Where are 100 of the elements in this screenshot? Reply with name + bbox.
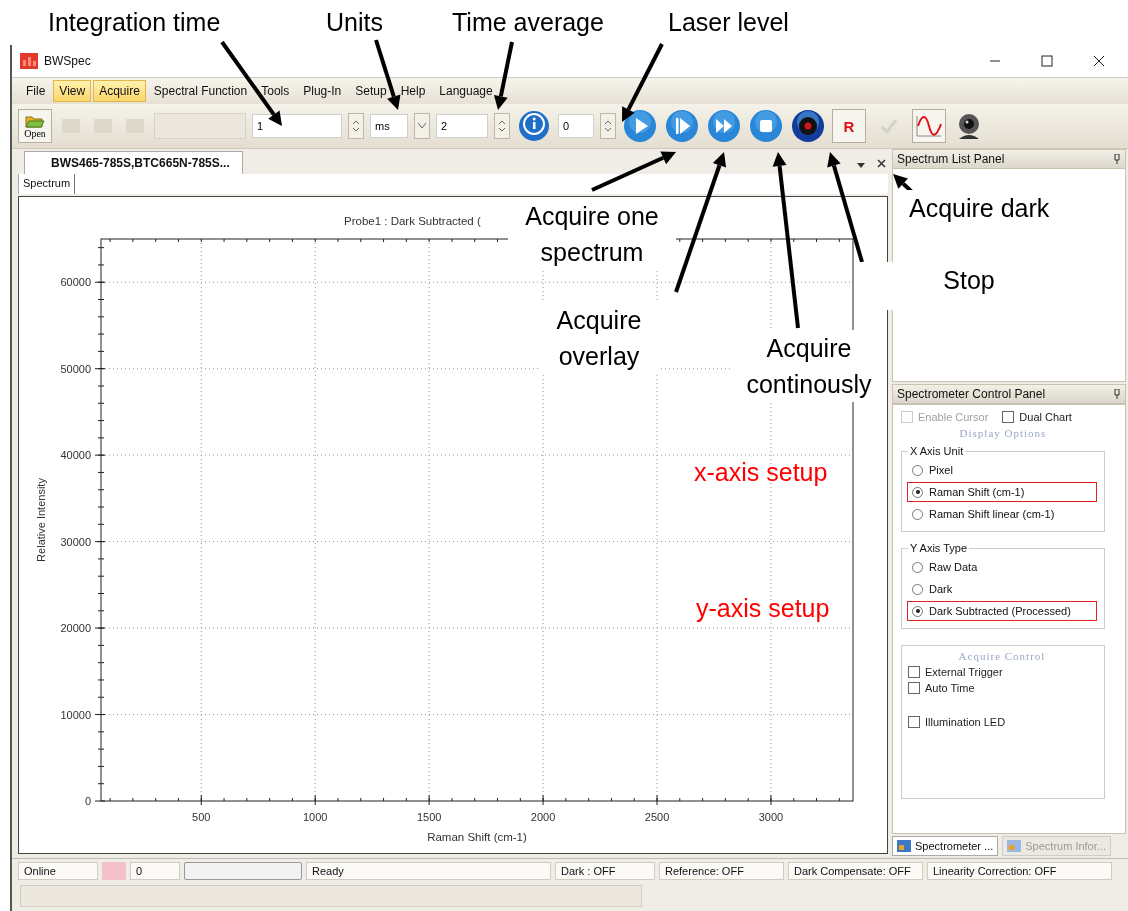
radio-option[interactable]: Raw Data: [908, 558, 1096, 576]
callout-label: Units: [325, 7, 384, 38]
x-tick-label: 500: [192, 811, 211, 823]
menu-item[interactable]: Setup: [349, 80, 393, 102]
section-heading: Acquire Control: [957, 650, 1047, 662]
group-title: Y Axis Type: [908, 542, 970, 554]
menu-item[interactable]: Help: [394, 80, 432, 102]
units-field[interactable]: ms: [370, 114, 408, 138]
radio-option[interactable]: Raman Shift linear (cm-1): [908, 505, 1096, 523]
sine-chart-button[interactable]: [912, 109, 946, 143]
spin-button[interactable]: [600, 113, 616, 139]
window-title: BWSpec: [44, 54, 92, 68]
spin-arrows-icon: [352, 118, 360, 134]
section-heading: Display Options: [958, 427, 1048, 439]
integration-time-field[interactable]: 1: [252, 114, 342, 138]
checkbox[interactable]: [1002, 411, 1015, 423]
panel-icon: [1007, 840, 1022, 852]
checkbox-option[interactable]: Auto Time: [908, 682, 1096, 694]
checkbox-option[interactable]: Illumination LED: [908, 716, 1096, 728]
menu-item[interactable]: Plug-In: [297, 80, 348, 102]
spin-arrows-icon: [604, 118, 612, 134]
radio-option[interactable]: Pixel: [908, 461, 1096, 479]
folder-icon: [25, 113, 45, 128]
y-tick-label: 0: [84, 795, 91, 807]
x-tick-label: 2000: [530, 811, 556, 823]
checkbox-option[interactable]: Dual Chart: [1002, 411, 1072, 423]
r-button[interactable]: R: [832, 109, 866, 143]
radio-button[interactable]: [912, 583, 923, 595]
y-tick-label: 40000: [60, 449, 91, 462]
caret-icon: [418, 123, 426, 129]
y-tick-label: 20000: [60, 622, 91, 635]
callout-label: Time average: [451, 7, 605, 38]
radio-button[interactable]: [912, 464, 923, 476]
radio-button[interactable]: [912, 508, 923, 520]
close-icon: [1093, 55, 1105, 67]
y-tick-label: 50000: [60, 362, 91, 375]
y-axis-title: Relative Intensity: [35, 478, 47, 562]
close-icon: [877, 159, 886, 169]
status-field: Online: [18, 862, 98, 880]
spectrum-tab[interactable]: Spectrum: [19, 174, 76, 194]
record-button[interactable]: [790, 108, 826, 144]
y-tick-label: 30000: [60, 535, 91, 548]
fast-forward-button[interactable]: [706, 108, 742, 144]
callout-label: Laser level: [667, 7, 790, 38]
arrow: [493, 41, 514, 110]
menu-item[interactable]: Spectral Function: [147, 80, 254, 102]
radio-option[interactable]: Raman Shift (cm-1): [908, 483, 1096, 501]
x-tick-label: 3000: [758, 811, 784, 823]
spin-button[interactable]: [348, 113, 364, 139]
spin-button[interactable]: [494, 113, 510, 139]
checkbox[interactable]: [908, 682, 920, 694]
radio-button[interactable]: [912, 561, 923, 573]
x-tick-label: 1000: [302, 811, 328, 823]
x-axis-title: Raman Shift (cm-1): [427, 831, 527, 843]
spin-arrows-icon: [498, 118, 506, 134]
pin-icon: [1113, 154, 1121, 164]
maximize-icon: [1041, 55, 1053, 67]
document-tab[interactable]: BWS465-785S,BTC665N-785S...: [24, 151, 243, 175]
menu-item[interactable]: Language: [433, 80, 499, 102]
x-tick-label: 2500: [644, 811, 670, 823]
callout-label: y-axis setup: [695, 593, 831, 624]
caret-icon: [857, 163, 865, 169]
callout-label: Acquire overlay: [540, 302, 658, 374]
menu-item[interactable]: Acquire: [93, 80, 146, 102]
pin-icon: [1113, 389, 1121, 399]
panel-title: Spectrometer Control Panel: [897, 387, 1047, 401]
radio-button[interactable]: [912, 605, 923, 617]
stop-button[interactable]: [748, 108, 784, 144]
checkbox[interactable]: [908, 716, 920, 728]
panel-title: Spectrum List Panel: [897, 152, 1006, 166]
status-field: Linearity Correction: OFF: [927, 862, 1112, 880]
app-logo-icon: [20, 53, 38, 69]
y-tick-label: 60000: [60, 276, 91, 289]
status-field: Dark : OFF: [555, 862, 655, 880]
x-tick-label: 1500: [416, 811, 442, 823]
info-button[interactable]: [516, 108, 552, 144]
open-button[interactable]: Open: [18, 109, 52, 143]
panel-icon: [897, 840, 911, 852]
menu-item[interactable]: View: [53, 80, 92, 102]
callout-label: Integration time: [47, 7, 222, 38]
group-title: X Axis Unit: [908, 445, 966, 457]
checkbox-option[interactable]: External Trigger: [908, 666, 1096, 678]
chart-title: Probe1 : Dark Subtracted (: [344, 215, 481, 227]
checkbox[interactable]: [908, 666, 920, 678]
menu-item[interactable]: File: [20, 80, 52, 102]
time-average-field[interactable]: 2: [436, 114, 488, 138]
radio-option[interactable]: Dark Subtracted (Processed): [908, 602, 1096, 620]
radio-option[interactable]: Dark: [908, 580, 1096, 598]
menu-item[interactable]: Tools: [255, 80, 296, 102]
y-tick-label: 10000: [60, 708, 91, 721]
status-field: Reference: OFF: [659, 862, 784, 880]
play-bar-button[interactable]: [664, 108, 700, 144]
panel-tab[interactable]: Spectrometer ...: [892, 836, 999, 856]
status-field: Ready: [306, 862, 551, 880]
status-field: 0: [130, 862, 180, 880]
play-button[interactable]: [622, 108, 658, 144]
radio-button[interactable]: [912, 486, 923, 498]
laser-level-field[interactable]: 0: [558, 114, 594, 138]
callout-label: x-axis setup: [693, 457, 829, 488]
status-field: Dark Compensate: OFF: [788, 862, 923, 880]
